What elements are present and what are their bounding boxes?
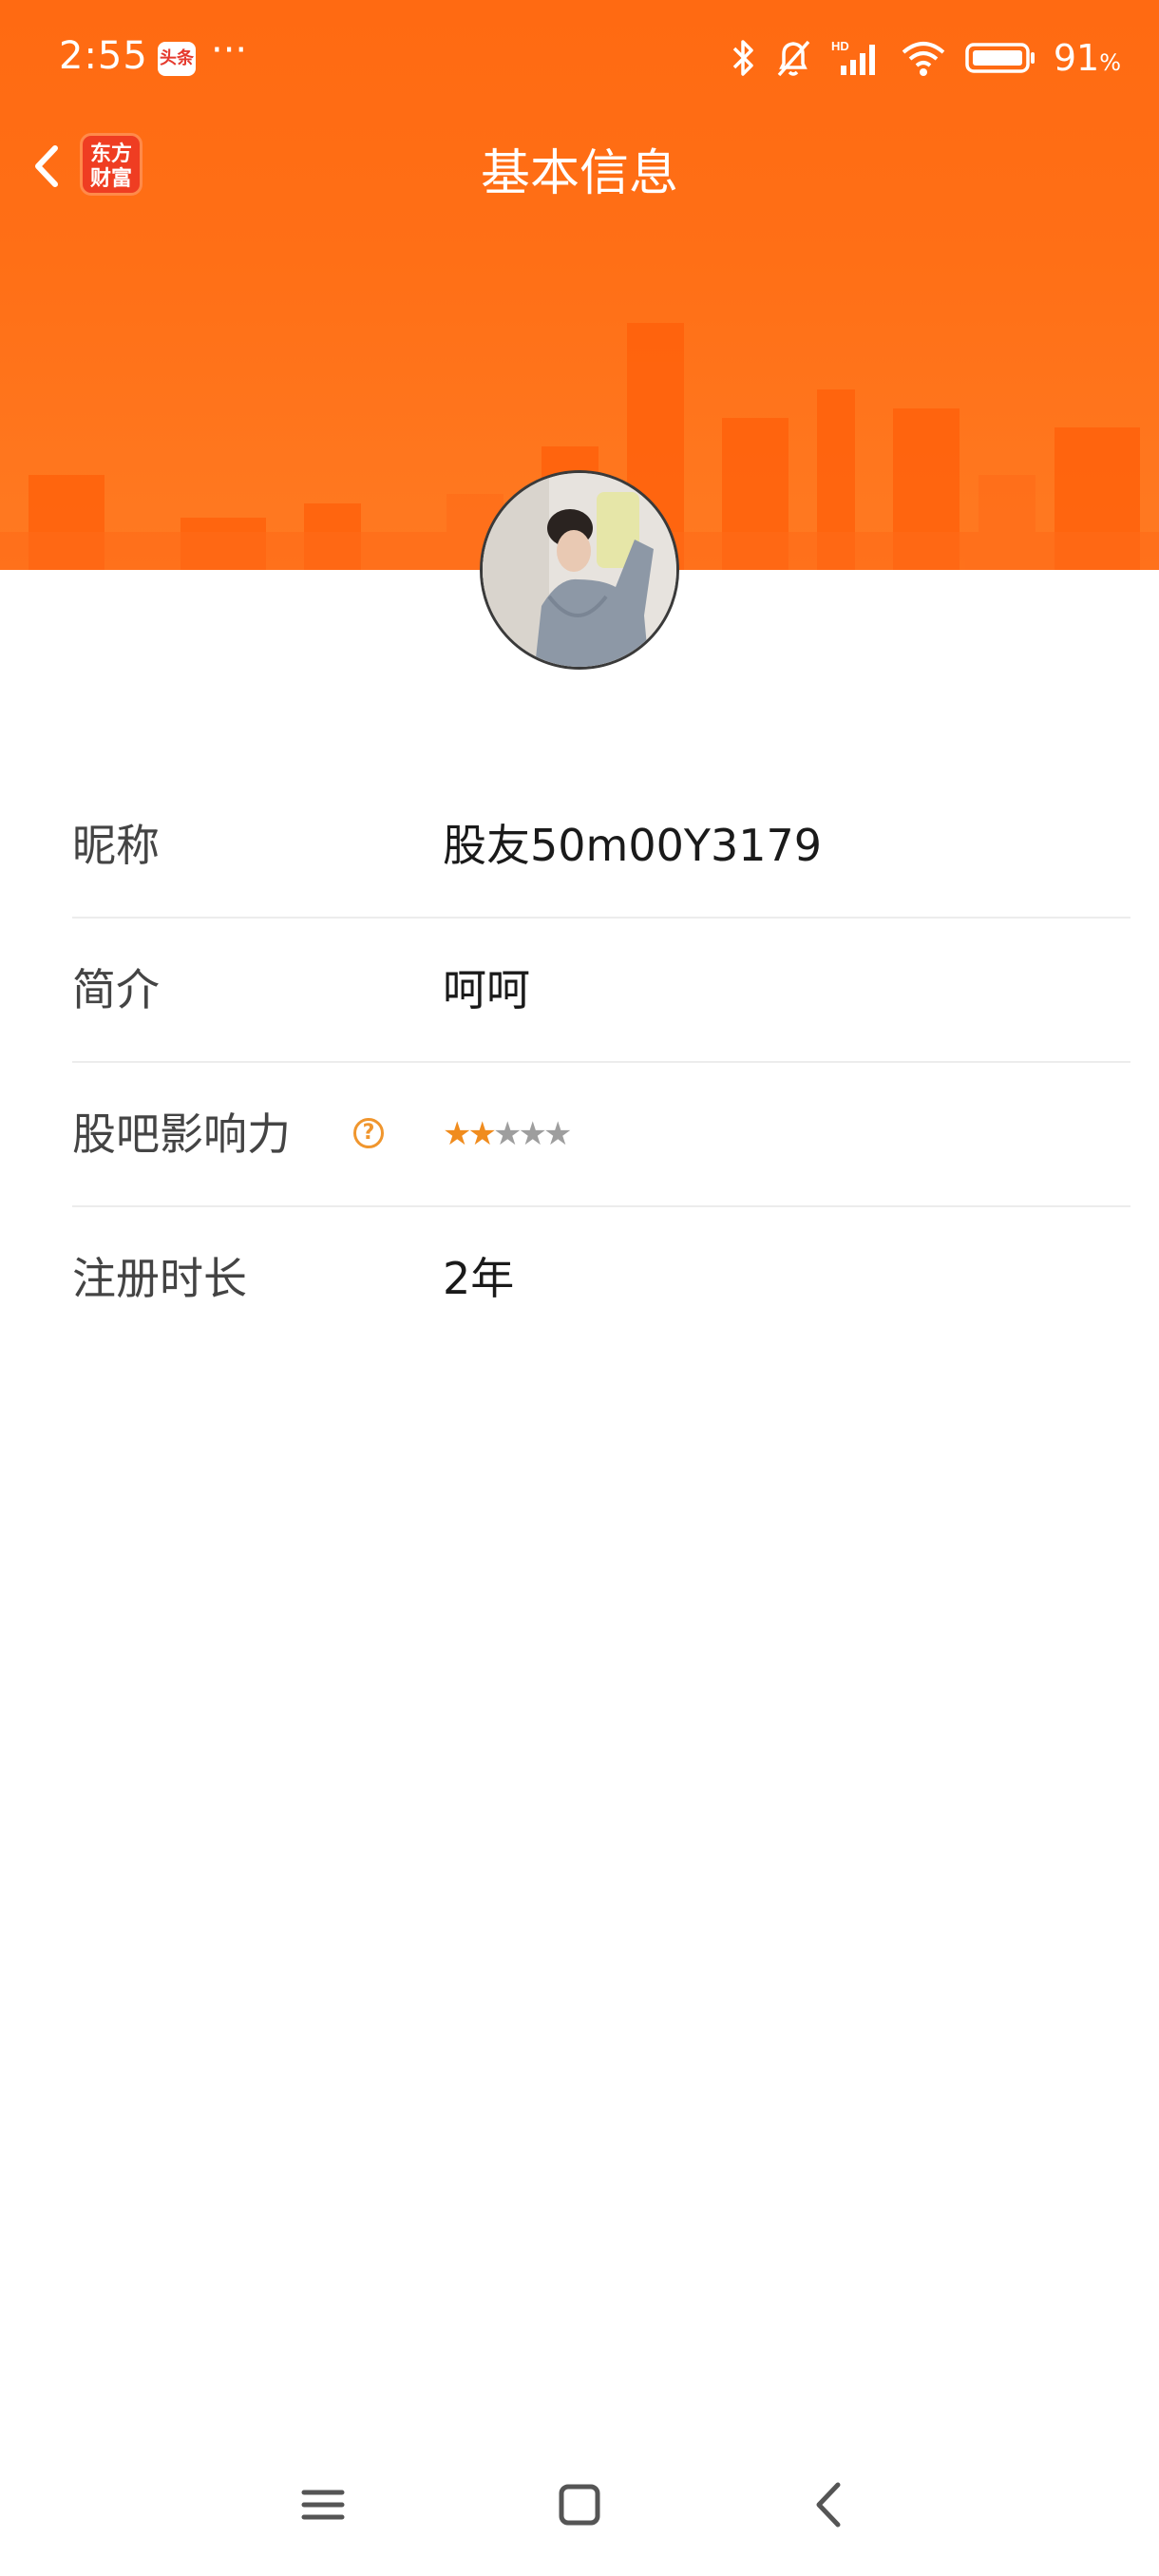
star-filled-icon: ★ — [467, 1115, 497, 1153]
bluetooth-icon — [732, 40, 753, 76]
profile-info-list: 昵称 股友50m00Y3179 简介 呵呵 股吧影响力 ? ★★★★★ 注册时长… — [72, 774, 1130, 1350]
influence-label: 股吧影响力 — [72, 1108, 291, 1160]
registration-label: 注册时长 — [72, 1253, 247, 1304]
avatar[interactable] — [480, 470, 679, 670]
app-logo[interactable]: 东方 财富 — [80, 133, 142, 196]
bio-row: 简介 呵呵 — [72, 919, 1130, 1063]
status-more-indicator: ··· — [211, 28, 248, 72]
battery-icon — [965, 43, 1035, 73]
home-icon[interactable] — [546, 2472, 613, 2538]
page-title: 基本信息 — [480, 145, 678, 202]
nickname-label: 昵称 — [72, 820, 160, 871]
registration-value: 2年 — [443, 1253, 515, 1304]
mute-bell-icon — [777, 40, 810, 77]
status-icons: HD 91% — [729, 34, 1121, 82]
nickname-row: 昵称 股友50m00Y3179 — [72, 774, 1130, 919]
avatar-photo — [483, 473, 676, 667]
hd-signal-icon: HD — [831, 39, 875, 75]
battery-percentage: 91% — [1053, 37, 1121, 79]
back-button[interactable] — [19, 135, 76, 198]
help-question-icon[interactable]: ? — [353, 1118, 384, 1148]
navigation-bar: 东方 财富 基本信息 — [0, 114, 1159, 218]
star-empty-icon: ★ — [518, 1115, 547, 1153]
bio-label: 简介 — [72, 964, 160, 1015]
star-empty-icon: ★ — [492, 1115, 522, 1153]
influence-rating: ★★★★★ — [443, 1063, 573, 1205]
back-nav-icon[interactable] — [796, 2472, 863, 2538]
menu-icon[interactable] — [290, 2472, 356, 2538]
bio-value: 呵呵 — [443, 964, 530, 1015]
notification-app-icon: 头条 — [158, 42, 196, 76]
wifi-icon — [902, 42, 945, 76]
influence-row: 股吧影响力 ? ★★★★★ — [72, 1063, 1130, 1207]
app-logo-line2: 财富 — [89, 166, 132, 191]
svg-text:HD: HD — [831, 39, 849, 53]
status-time: 2:55 — [59, 34, 148, 78]
star-filled-icon: ★ — [443, 1115, 472, 1153]
system-navigation-bar — [0, 2451, 1159, 2565]
app-logo-line1: 东方 — [89, 142, 132, 166]
registration-row: 注册时长 2年 — [72, 1207, 1130, 1350]
status-bar: 2:55 头条 ··· HD 91% — [0, 0, 1159, 114]
star-empty-icon: ★ — [542, 1115, 573, 1153]
nickname-value: 股友50m00Y3179 — [443, 820, 823, 871]
